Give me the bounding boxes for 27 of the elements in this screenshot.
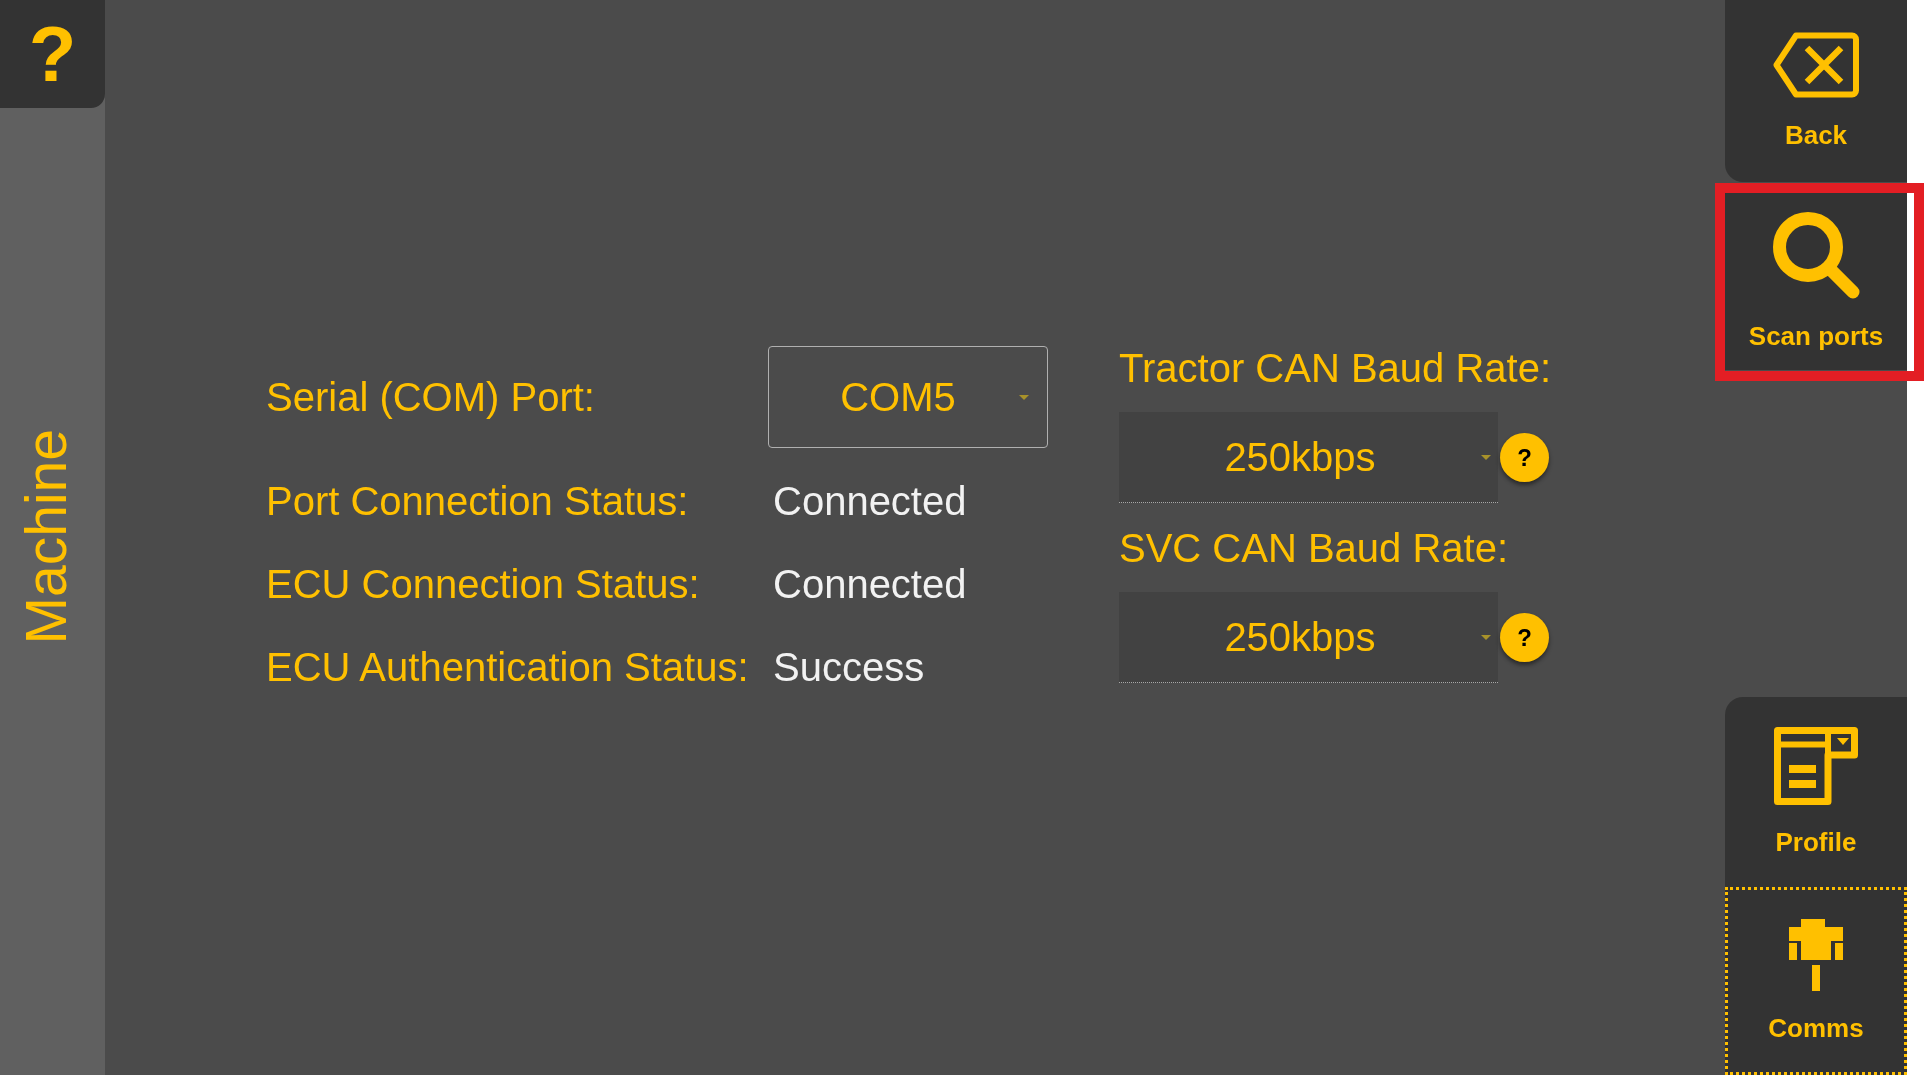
field-label: SVC CAN Baud Rate: — [1119, 525, 1510, 572]
search-icon — [1772, 212, 1860, 299]
field-label: ECU Authentication Status: — [266, 644, 750, 691]
help-button[interactable]: ? — [1500, 433, 1549, 482]
comms-button[interactable]: Comms — [1725, 887, 1907, 1075]
back-button[interactable]: Back — [1725, 0, 1907, 182]
field-label: Port Connection Status: — [266, 478, 690, 525]
help-button[interactable]: ? — [0, 0, 105, 108]
status-value: Success — [773, 644, 925, 691]
port-dropdown[interactable]: COM5 — [768, 346, 1048, 448]
scan-ports-button[interactable]: Scan ports — [1725, 193, 1907, 370]
caret-icon — [1019, 394, 1029, 400]
help-button[interactable]: ? — [1500, 613, 1549, 662]
caret-icon — [1481, 454, 1491, 460]
baud-rate-dropdown[interactable]: 250kbps — [1119, 412, 1498, 503]
field-label: Tractor CAN Baud Rate: — [1119, 345, 1551, 392]
field-label: ECU Connection Status: — [266, 561, 701, 608]
connector-icon — [1789, 919, 1843, 991]
caret-icon — [1481, 634, 1491, 640]
form-icon — [1774, 727, 1858, 805]
field-label: Serial (COM) Port: — [266, 374, 596, 421]
section-title: Machine — [17, 428, 75, 645]
status-value: Connected — [773, 561, 967, 608]
status-value: Connected — [773, 478, 967, 525]
backspace-icon — [1773, 32, 1859, 98]
baud-rate-dropdown[interactable]: 250kbps — [1119, 592, 1498, 683]
profile-button[interactable]: Profile — [1725, 697, 1907, 887]
